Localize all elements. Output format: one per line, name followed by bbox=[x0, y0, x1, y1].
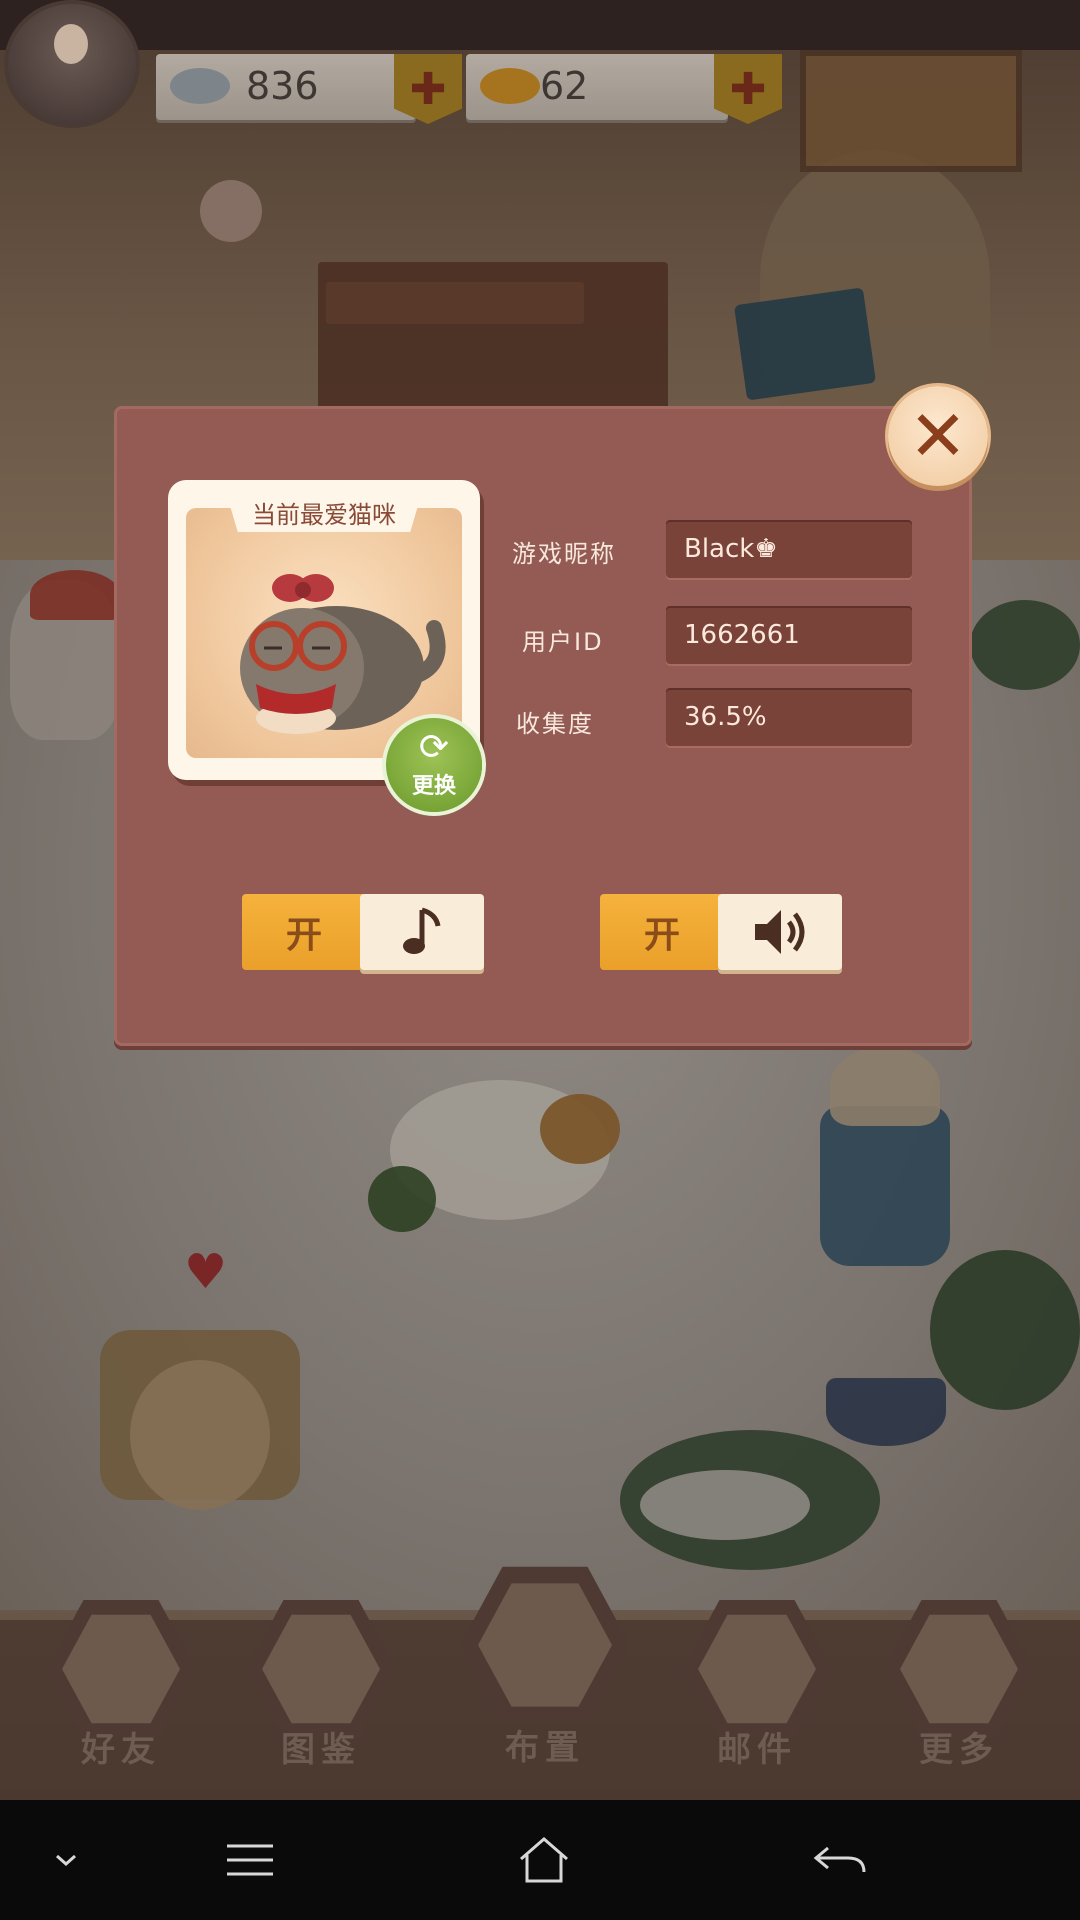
collection-value: 36.5% bbox=[684, 702, 767, 732]
favorite-cat-title: 当前最爱猫咪 bbox=[226, 492, 422, 532]
menu-lines-icon bbox=[227, 1844, 273, 1876]
menu-catalog[interactable]: 图鉴 bbox=[236, 1594, 406, 1774]
nav-home-button[interactable] bbox=[504, 1820, 584, 1900]
avatar-face bbox=[54, 24, 88, 64]
nickname-field[interactable]: Black♚ bbox=[666, 520, 912, 578]
gold-fish-icon bbox=[480, 68, 540, 104]
fish-currency-gray: 836 bbox=[156, 54, 416, 120]
menu-decorate-label: 布置 bbox=[505, 1728, 585, 1768]
game-screen: ♥ 836 ✚ 62 ✚ ✕ 当前最爱猫咪 ⟳ 更换 游戏昵称 Black♚ 用… bbox=[0, 0, 1080, 1920]
refresh-icon: ⟳ bbox=[418, 727, 450, 768]
change-cat-label: 更换 bbox=[411, 774, 456, 799]
collection-field: 36.5% bbox=[666, 688, 912, 746]
bush-decoration bbox=[970, 600, 1080, 690]
menu-decorate[interactable]: 布置 bbox=[460, 1560, 630, 1768]
user-id-label: 用户ID bbox=[522, 628, 604, 656]
home-icon bbox=[520, 1837, 568, 1883]
nav-hide-button[interactable] bbox=[26, 1820, 106, 1900]
watermelon-decoration bbox=[368, 1166, 436, 1232]
plus-icon: ✚ bbox=[729, 63, 767, 115]
plus-icon: ✚ bbox=[409, 63, 447, 115]
nickname-value: Black♚ bbox=[684, 534, 778, 564]
fish-currency-gold: 62 bbox=[466, 54, 728, 120]
nav-back-button[interactable] bbox=[800, 1820, 880, 1900]
back-arrow-icon bbox=[813, 1846, 866, 1873]
spotted-cat-decoration bbox=[130, 1360, 270, 1510]
gray-fish-icon bbox=[170, 68, 230, 104]
picture-frame-decoration bbox=[800, 50, 1022, 172]
music-toggle[interactable]: 开 bbox=[242, 894, 484, 972]
gray-fish-count: 836 bbox=[246, 64, 319, 108]
menu-catalog-label: 图鉴 bbox=[281, 1730, 361, 1770]
calico-spot-decoration bbox=[540, 1094, 620, 1164]
sound-toggle-state: 开 bbox=[600, 894, 724, 970]
close-button[interactable]: ✕ bbox=[888, 386, 988, 486]
bush-right-decoration bbox=[930, 1250, 1080, 1410]
change-cat-button[interactable]: ⟳ 更换 bbox=[386, 718, 482, 812]
close-icon: ✕ bbox=[908, 395, 968, 477]
grandma-book bbox=[733, 287, 877, 401]
user-id-field: 1662661 bbox=[666, 606, 912, 664]
music-note-icon bbox=[360, 894, 484, 970]
sound-toggle[interactable]: 开 bbox=[600, 894, 842, 972]
nav-menu-button[interactable] bbox=[210, 1820, 290, 1900]
menu-friends[interactable]: 好友 bbox=[36, 1594, 206, 1774]
menu-more[interactable]: 更多 bbox=[874, 1594, 1044, 1774]
user-id-value: 1662661 bbox=[684, 620, 800, 650]
santa-hat-decoration bbox=[30, 570, 120, 620]
collection-label: 收集度 bbox=[516, 710, 594, 738]
snow-drift-decoration bbox=[640, 1470, 810, 1540]
scratching-post-decoration bbox=[820, 1106, 950, 1266]
menu-mail-label: 邮件 bbox=[717, 1730, 797, 1770]
menu-mail[interactable]: 邮件 bbox=[672, 1594, 842, 1774]
player-avatar[interactable] bbox=[4, 0, 140, 128]
yarn-ball-decoration bbox=[200, 180, 262, 242]
menu-more-label: 更多 bbox=[919, 1730, 999, 1770]
nickname-label: 游戏昵称 bbox=[512, 540, 616, 568]
music-toggle-state: 开 bbox=[242, 894, 366, 970]
dresser-drawer-decoration bbox=[326, 282, 584, 324]
heart-decoration: ♥ bbox=[184, 1244, 228, 1300]
food-bowl-decoration bbox=[826, 1378, 946, 1446]
speaker-icon bbox=[718, 894, 842, 970]
gold-fish-count: 62 bbox=[540, 64, 589, 108]
top-strip bbox=[0, 0, 1080, 50]
menu-friends-label: 好友 bbox=[81, 1730, 161, 1770]
chevron-down-icon bbox=[56, 1854, 76, 1867]
cat-on-post-decoration bbox=[830, 1046, 940, 1126]
